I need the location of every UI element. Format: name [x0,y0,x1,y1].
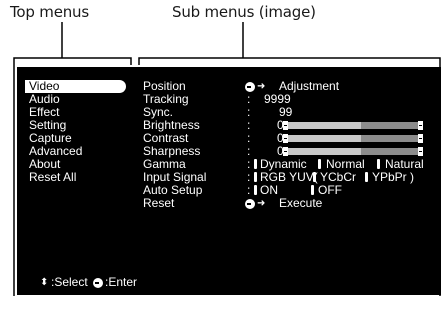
slider-plus-cap[interactable] [418,134,423,143]
sub-menu-reset[interactable]: Reset [143,197,174,210]
slider-plus-cap[interactable] [418,147,423,156]
slider-minus-cap[interactable] [283,147,288,156]
option-marker-icon [254,185,257,195]
sharpness-slider[interactable] [283,147,423,156]
slider-minus-cap[interactable] [283,134,288,143]
auto-setup-option-on[interactable]: ON [260,184,278,197]
contrast-slider[interactable] [283,134,423,143]
updown-arrow-icon: ⬍ [40,277,49,288]
enter-icon [245,199,255,209]
option-marker-icon [254,172,257,182]
option-marker-icon [318,159,321,169]
option-marker-icon [377,159,380,169]
slider-fill [361,122,419,129]
enter-icon [93,278,103,288]
footer-enter: :Enter [105,275,138,289]
enter-icon [245,82,255,92]
colon: : [247,183,251,197]
projector-menu-screen: Video Audio Effect Setting Capture Advan… [17,67,441,295]
slider-minus-cap[interactable] [283,121,288,130]
top-menu-item-reset-all[interactable]: Reset All [29,171,76,184]
slider-fill [361,148,419,155]
arrow-right-icon: ➜ [257,198,266,209]
footer-select: :Select [51,275,88,289]
slider-fill [361,135,419,142]
slider-plus-cap[interactable] [418,121,423,130]
option-marker-icon [365,172,368,182]
option-marker-icon [254,159,257,169]
brightness-slider[interactable] [283,121,423,130]
input-option-ypbpr[interactable]: YPbPr ) [372,171,414,184]
option-marker-icon [311,185,314,195]
option-marker-icon [313,172,316,182]
reset-value[interactable]: Execute [279,197,322,210]
